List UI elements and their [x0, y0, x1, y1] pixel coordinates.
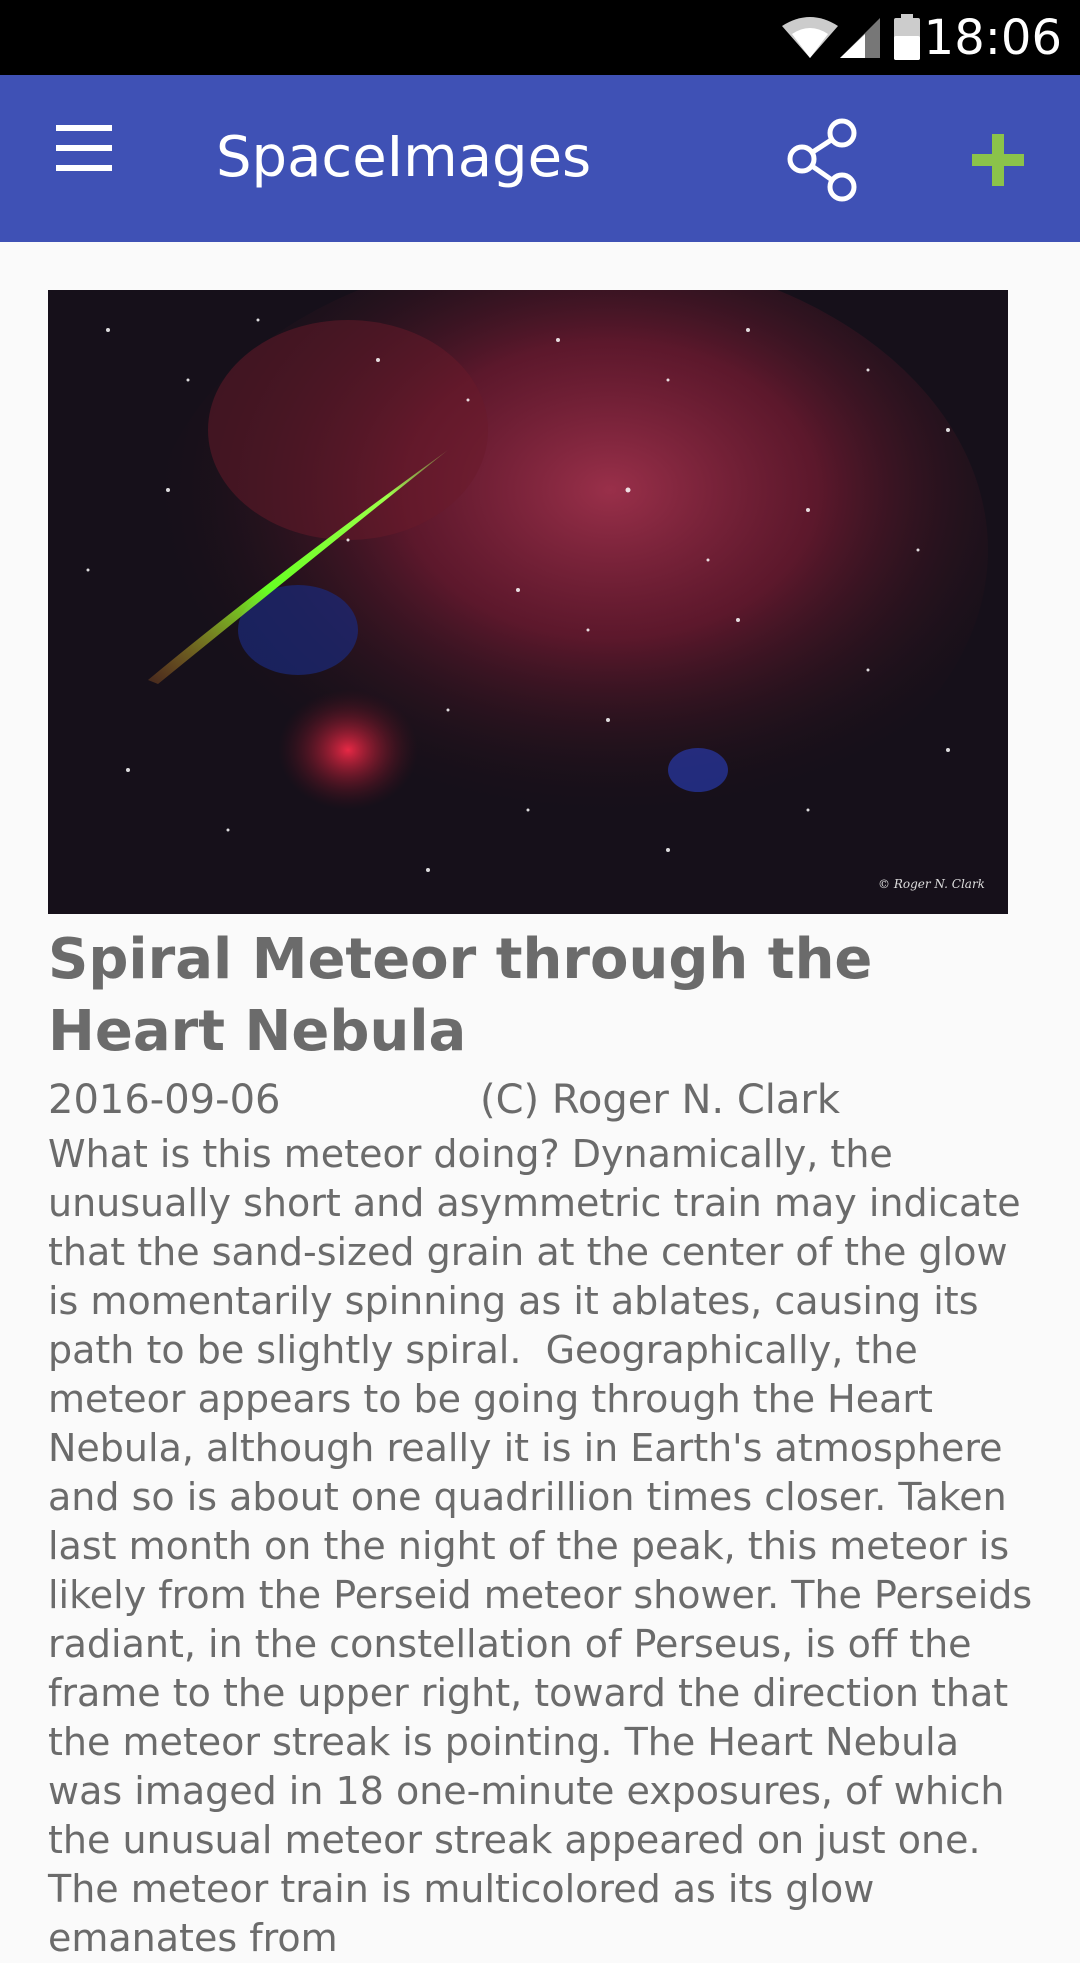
add-button[interactable] — [958, 120, 1038, 200]
add-icon — [972, 134, 1024, 186]
article-body: What is this meteor doing? Dynamically, … — [48, 1132, 1045, 1960]
menu-icon — [40, 125, 130, 171]
status-icons — [780, 12, 940, 62]
app-title: SpaceImages — [216, 125, 592, 190]
article-date: 2016-09-06 — [48, 1077, 281, 1123]
article-image[interactable]: © Roger N. Clark — [48, 290, 1008, 914]
menu-button[interactable] — [40, 125, 130, 195]
article-credit: (C) Roger N. Clark — [480, 1077, 840, 1123]
share-button[interactable] — [780, 115, 870, 205]
article: © Roger N. Clark Spiral Meteor through t… — [48, 290, 1038, 1963]
app-bar: SpaceImages — [0, 75, 1080, 242]
article-meta: 2016-09-06 (C) Roger N. Clark — [48, 1070, 1038, 1130]
article-title: Spiral Meteor through the Heart Nebula — [48, 927, 873, 1064]
status-time: 18:06 — [923, 10, 1062, 66]
status-bar: 18:06 — [0, 0, 1080, 75]
svg-text:© Roger N. Clark: © Roger N. Clark — [878, 877, 985, 891]
wifi-icon — [782, 14, 920, 60]
nebula-image: © Roger N. Clark — [48, 290, 1008, 914]
share-icon — [787, 118, 857, 202]
